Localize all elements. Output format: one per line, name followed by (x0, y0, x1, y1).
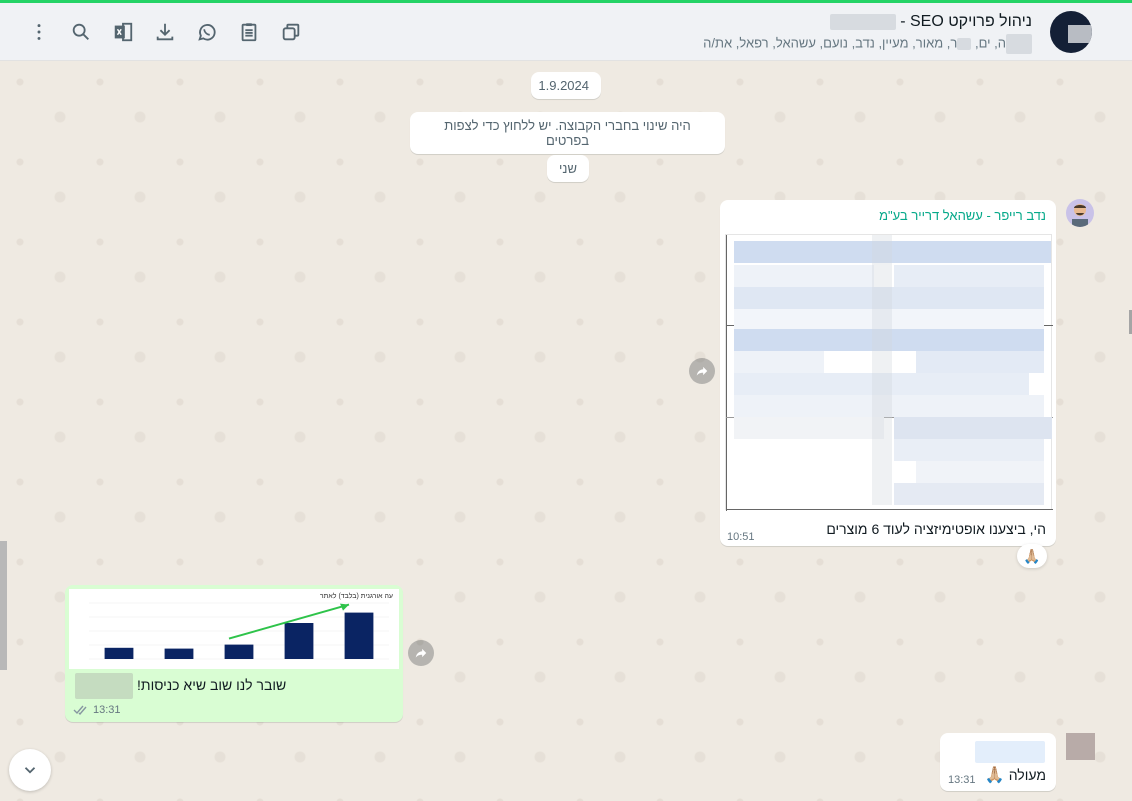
export-excel-button[interactable] (102, 17, 144, 47)
redacted-text (829, 13, 896, 30)
message-meta: 13:31 (73, 704, 121, 716)
reaction-emoji: 🙏🏼 (1023, 547, 1041, 564)
scroll-down-button[interactable] (9, 749, 51, 791)
chart-bar (284, 623, 314, 659)
bar-chart (89, 602, 389, 660)
redacted-text (75, 673, 133, 699)
group-change-notice[interactable]: היה שינוי בחברי הקבוצה. יש ללחוץ כדי לצפ… (410, 112, 725, 154)
copy-button[interactable] (270, 17, 312, 47)
message-time: 10:51 (727, 531, 755, 543)
date-separator: 1.9.2024 (531, 72, 601, 99)
search-icon (72, 23, 89, 40)
message-text: מעולה 🙏🏼 (985, 765, 1046, 785)
chevron-down-icon (24, 767, 36, 774)
date-label: 1.9.2024 (538, 78, 589, 93)
table-image[interactable] (725, 234, 1053, 511)
chat-header: ניהול פרויקט SEO - ה, ים, ר, מאור, מעיין… (0, 3, 1132, 61)
message-text: שובר לנו שוב שיא כניסות! (137, 677, 287, 693)
redacted-text (1006, 34, 1032, 54)
header-toolbar (18, 17, 312, 47)
sender-avatar[interactable] (1066, 733, 1095, 760)
forward-icon (696, 366, 708, 376)
whatsapp-button[interactable] (186, 17, 228, 47)
chart-bar (104, 647, 134, 659)
group-change-text: היה שינוי בחברי הקבוצה. יש ללחוץ כדי לצפ… (444, 118, 691, 148)
message-reaction[interactable]: 🙏🏼 (1017, 544, 1047, 568)
menu-button[interactable] (18, 17, 60, 47)
message-time: 13:31 (93, 704, 121, 716)
download-button[interactable] (144, 17, 186, 47)
chat-info[interactable]: ניהול פרויקט SEO - ה, ים, ר, מאור, מעיין… (612, 13, 1032, 54)
outgoing-message[interactable]: עה אורגנית (בלבד) לאתר שובר לנו שוב שיא … (65, 585, 403, 722)
redacted-text (957, 38, 972, 50)
excel-icon (114, 22, 133, 42)
message-text: הי, ביצענו אופטימיזציה לעוד 6 מוצרים (826, 521, 1046, 537)
search-button[interactable] (60, 17, 102, 47)
day-separator: שני (547, 155, 589, 182)
left-scroll-indicator (0, 541, 7, 670)
chat-panel: 1.9.2024 היה שינוי בחברי הקבוצה. יש ללחו… (0, 62, 1132, 801)
incoming-message[interactable]: נדב רייפר - עשהאל דרייר בע"מ הי, ביצענו … (720, 200, 1056, 546)
forward-button[interactable] (689, 358, 715, 384)
chart-bar (164, 648, 194, 659)
participants-list: ר, מאור, מעיין, נדב, נועם, עשהאל, רפאל, … (703, 35, 958, 51)
message-emoji: 🙏🏼 (984, 767, 1005, 784)
chart-bar (224, 644, 254, 659)
forward-button[interactable] (408, 640, 434, 666)
copy-icon (282, 23, 300, 41)
message-sender: נדב רייפר - עשהאל דרייר בע"מ (879, 208, 1046, 223)
menu-icon (37, 24, 41, 40)
redacted-sender (975, 741, 1045, 763)
incoming-message[interactable]: מעולה 🙏🏼 13:31 (940, 733, 1056, 791)
whatsapp-icon (198, 24, 216, 41)
chat-participants: ה, ים, ר, מאור, מעיין, נדב, נועם, עשהאל,… (612, 34, 1032, 54)
chart-bar (344, 612, 374, 659)
chart-image[interactable]: עה אורגנית (בלבד) לאתר (69, 589, 399, 669)
clipboard-button[interactable] (228, 17, 270, 47)
clipboard-icon (241, 23, 257, 42)
group-avatar[interactable] (1050, 11, 1092, 53)
download-icon (156, 23, 174, 41)
chat-title: ניהול פרויקט SEO - (612, 13, 1032, 31)
message-text-content: מעולה (1008, 767, 1046, 783)
message-time: 13:31 (948, 774, 976, 786)
person-icon (1072, 204, 1088, 227)
participants-start: ה, ים, (971, 35, 1006, 51)
chat-title-text: ניהול פרויקט SEO - (895, 13, 1032, 30)
day-label: שני (559, 161, 577, 176)
sender-avatar[interactable] (1066, 199, 1094, 227)
double-check-icon (73, 705, 87, 715)
forward-icon (415, 648, 427, 658)
